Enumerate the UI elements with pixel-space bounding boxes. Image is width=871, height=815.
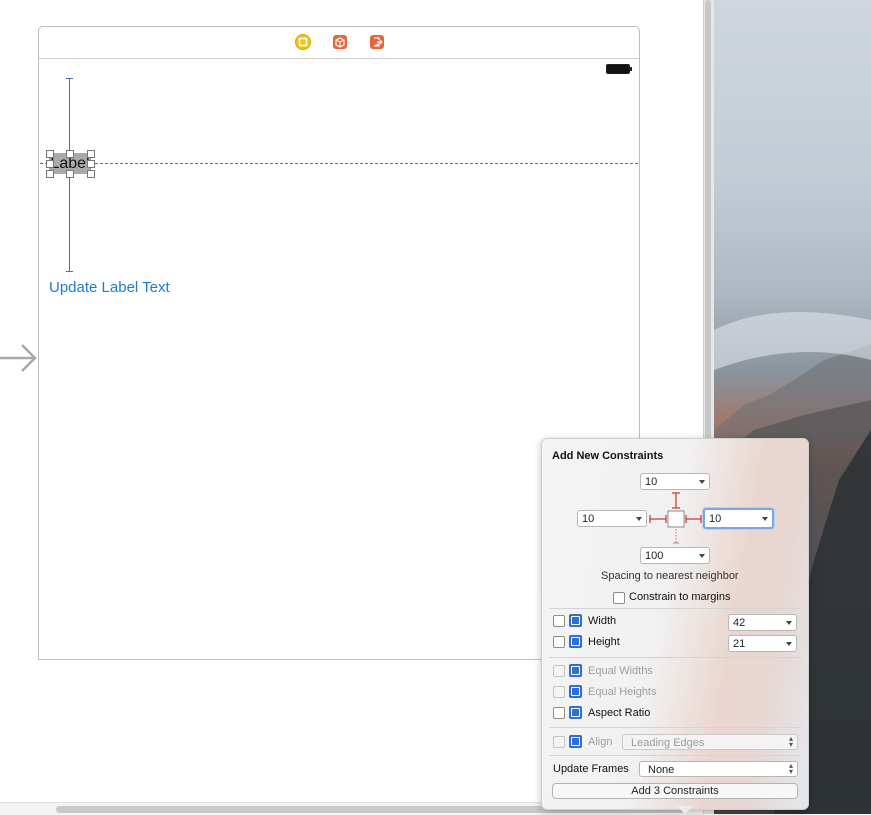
- left-spacing-value: 10: [582, 513, 595, 525]
- width-value: 42: [733, 617, 746, 629]
- guide-top-tick: [66, 78, 73, 79]
- equal-widths-label: Equal Widths: [588, 665, 653, 677]
- updown-arrows-icon: ▴ ▾: [788, 734, 793, 749]
- popover-title: Add New Constraints: [552, 450, 664, 462]
- chevron-down-icon: [786, 621, 792, 625]
- vertical-scrollbar-thumb[interactable]: [705, 0, 711, 440]
- divider: [549, 657, 801, 658]
- equal-widths-icon: [569, 664, 582, 677]
- left-spacing-field[interactable]: 10: [577, 510, 647, 527]
- center-alignment-guide: [40, 163, 638, 164]
- constraint-pins: [649, 492, 702, 544]
- scene-dock: [39, 27, 639, 59]
- aspect-ratio-label: Aspect Ratio: [588, 707, 651, 719]
- height-constraint-icon: [569, 635, 582, 648]
- first-responder-icon[interactable]: [332, 34, 348, 50]
- align-icon: [569, 735, 582, 748]
- resize-handle-bottom[interactable]: [66, 170, 74, 178]
- updown-arrows-icon: ▴ ▾: [788, 761, 793, 776]
- constrain-to-margins-label: Constrain to margins: [629, 591, 731, 603]
- add-constraints-button[interactable]: Add 3 Constraints: [552, 783, 798, 799]
- chevron-down-icon: [786, 642, 792, 646]
- height-value: 21: [733, 638, 746, 650]
- resize-handle-top-left[interactable]: [46, 150, 54, 158]
- top-spacing-field[interactable]: 10: [640, 473, 710, 490]
- resize-handle-top-right[interactable]: [87, 150, 95, 158]
- bottom-spacing-value: 100: [645, 550, 664, 562]
- width-checkbox[interactable]: [553, 615, 565, 627]
- top-spacing-value: 10: [645, 476, 658, 488]
- divider: [549, 608, 801, 609]
- add-constraints-popover: Add New Constraints 10 10 10 100 Spacing…: [541, 438, 809, 810]
- resize-handle-right[interactable]: [87, 160, 95, 168]
- equal-heights-checkbox[interactable]: [553, 686, 565, 698]
- height-value-field[interactable]: 21: [728, 635, 797, 652]
- align-checkbox[interactable]: [553, 736, 565, 748]
- exit-icon[interactable]: [369, 34, 385, 50]
- height-checkbox[interactable]: [553, 636, 565, 648]
- equal-heights-icon: [569, 685, 582, 698]
- width-value-field[interactable]: 42: [728, 614, 797, 631]
- chevron-down-icon: [636, 517, 642, 521]
- spacing-caption: Spacing to nearest neighbor: [601, 570, 739, 582]
- divider: [549, 755, 801, 756]
- right-spacing-field[interactable]: 10: [703, 508, 774, 529]
- storyboard-entry-arrow-icon: [0, 344, 37, 372]
- guide-bottom-tick: [66, 271, 73, 272]
- aspect-ratio-checkbox[interactable]: [553, 707, 565, 719]
- resize-handle-top[interactable]: [66, 150, 74, 158]
- update-frames-popup[interactable]: None ▴ ▾: [639, 761, 798, 777]
- chevron-down-icon: [762, 517, 768, 521]
- battery-icon: [606, 64, 632, 74]
- aspect-ratio-icon: [569, 706, 582, 719]
- divider: [549, 727, 801, 728]
- chevron-down-icon: [699, 480, 705, 484]
- constrain-to-margins-checkbox[interactable]: [613, 592, 625, 604]
- align-popup-value: Leading Edges: [631, 737, 705, 749]
- resize-handle-bottom-left[interactable]: [46, 170, 54, 178]
- equal-heights-label: Equal Heights: [588, 686, 657, 698]
- view-controller-icon[interactable]: [295, 34, 311, 50]
- resize-handle-bottom-right[interactable]: [87, 170, 95, 178]
- right-spacing-value: 10: [709, 513, 722, 525]
- height-label: Height: [588, 636, 620, 648]
- align-popup[interactable]: Leading Edges ▴ ▾: [622, 734, 798, 750]
- equal-widths-checkbox[interactable]: [553, 665, 565, 677]
- bottom-spacing-field[interactable]: 100: [640, 547, 710, 564]
- popover-pointer: [677, 806, 693, 814]
- align-label: Align: [588, 736, 613, 748]
- update-frames-label: Update Frames: [553, 763, 629, 775]
- update-label-text-button[interactable]: Update Label Text: [49, 279, 170, 296]
- width-label: Width: [588, 615, 617, 627]
- resize-handle-left[interactable]: [46, 160, 54, 168]
- update-frames-value: None: [648, 764, 675, 776]
- chevron-down-icon: [699, 554, 705, 558]
- width-constraint-icon: [569, 614, 582, 627]
